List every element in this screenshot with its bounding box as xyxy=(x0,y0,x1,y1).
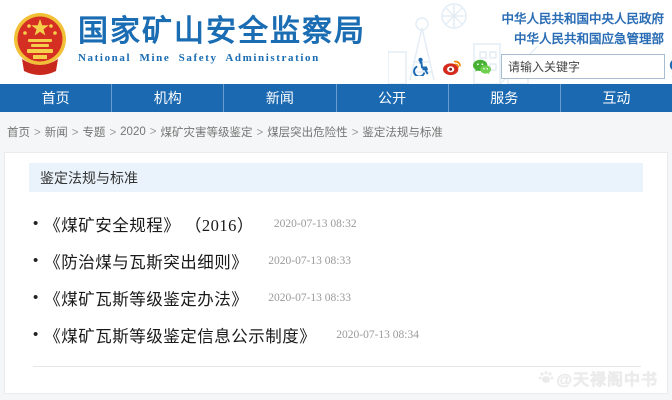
watermark-text: @天禄阁中书 xyxy=(556,366,658,390)
breadcrumb-item: 首页> xyxy=(7,124,45,140)
breadcrumb-separator: > xyxy=(105,127,120,139)
watermark: @天禄阁中书 xyxy=(538,366,658,390)
site-title: 国家矿山安全监察局 xyxy=(78,15,366,49)
breadcrumb-item: 鉴定法规与标准 xyxy=(362,124,451,140)
gov-link-emergency-ministry[interactable]: 中华人民共和国应急管理部 xyxy=(501,29,664,49)
nav-item[interactable]: 机构 xyxy=(111,84,223,112)
nav-item[interactable]: 服务 xyxy=(448,84,560,112)
header-tools xyxy=(411,54,665,79)
breadcrumb: 首页> 新闻> 专题> 2020> 煤矿灾害等级鉴定> 煤层突出危险性> 鉴定法… xyxy=(0,112,672,152)
article-link[interactable]: 《煤矿安全规程》 （2016） xyxy=(44,212,254,236)
gov-links: 中华人民共和国中央人民政府 中华人民共和国应急管理部 xyxy=(501,9,664,49)
gov-link-central-government[interactable]: 中华人民共和国中央人民政府 xyxy=(501,9,664,29)
breadcrumb-item: 煤矿灾害等级鉴定> xyxy=(160,124,267,140)
article-link[interactable]: 《煤矿瓦斯等级鉴定办法》 xyxy=(44,286,248,310)
article-date: 2020-07-13 08:34 xyxy=(336,329,419,341)
article-list-item: 《煤矿瓦斯等级鉴定办法》 2020-07-13 08:33 xyxy=(33,279,643,316)
breadcrumb-separator: > xyxy=(252,127,267,139)
section-header-bar: 鉴定法规与标准 xyxy=(29,163,643,192)
site-titles: 国家矿山安全监察局 National Mine Safety Administr… xyxy=(78,11,366,64)
nav-item[interactable]: 新闻 xyxy=(223,84,335,112)
article-date: 2020-07-13 08:32 xyxy=(274,218,357,230)
breadcrumb-link[interactable]: 首页 xyxy=(7,127,30,139)
breadcrumb-link[interactable]: 鉴定法规与标准 xyxy=(362,127,443,139)
article-list: 《煤矿安全规程》 （2016） 2020-07-13 08:32 《防治煤与瓦斯… xyxy=(33,205,643,353)
national-emblem-icon xyxy=(12,11,68,75)
main-nav: 首页 机构 新闻 公开 服务 互动 xyxy=(0,84,672,112)
breadcrumb-separator: > xyxy=(146,126,161,138)
breadcrumb-separator: > xyxy=(348,127,363,139)
nav-item[interactable]: 互动 xyxy=(560,84,672,112)
site-subtitle: National Mine Safety Administration xyxy=(78,52,366,64)
paw-icon xyxy=(538,370,554,386)
content-panel: 鉴定法规与标准 《煤矿安全规程》 （2016） 2020-07-13 08:32… xyxy=(4,152,668,394)
breadcrumb-item: 煤层突出危险性> xyxy=(267,124,362,140)
breadcrumb-link[interactable]: 2020 xyxy=(120,126,146,138)
breadcrumb-item: 新闻> xyxy=(45,124,83,140)
search-input[interactable] xyxy=(502,56,669,77)
content-area: 首页> 新闻> 专题> 2020> 煤矿灾害等级鉴定> 煤层突出危险性> 鉴定法… xyxy=(0,112,672,400)
breadcrumb-link[interactable]: 专题 xyxy=(82,127,105,139)
article-date: 2020-07-13 08:33 xyxy=(268,255,351,267)
article-list-item: 《防治煤与瓦斯突出细则》 2020-07-13 08:33 xyxy=(33,242,643,279)
article-list-item: 《煤矿瓦斯等级鉴定信息公示制度》 2020-07-13 08:34 xyxy=(33,316,643,353)
nav-list: 首页 机构 新闻 公开 服务 互动 xyxy=(0,84,672,112)
weibo-icon[interactable] xyxy=(441,56,462,77)
site-header: 国家矿山安全监察局 National Mine Safety Administr… xyxy=(0,0,672,84)
breadcrumb-link[interactable]: 煤层突出危险性 xyxy=(267,127,348,139)
breadcrumb-item: 2020> xyxy=(120,126,160,138)
nav-item[interactable]: 公开 xyxy=(336,84,448,112)
article-date: 2020-07-13 08:33 xyxy=(268,292,351,304)
search-box xyxy=(501,54,665,79)
breadcrumb-link[interactable]: 煤矿灾害等级鉴定 xyxy=(160,127,252,139)
article-link[interactable]: 《防治煤与瓦斯突出细则》 xyxy=(44,249,248,273)
nav-item[interactable]: 首页 xyxy=(0,84,111,112)
site-logo[interactable]: 国家矿山安全监察局 National Mine Safety Administr… xyxy=(12,11,366,75)
article-list-item: 《煤矿安全规程》 （2016） 2020-07-13 08:32 xyxy=(33,205,643,242)
breadcrumb-separator: > xyxy=(68,127,83,139)
section-title: 鉴定法规与标准 xyxy=(40,168,138,188)
breadcrumb-separator: > xyxy=(30,127,45,139)
article-link[interactable]: 《煤矿瓦斯等级鉴定信息公示制度》 xyxy=(44,323,316,347)
wechat-icon[interactable] xyxy=(471,56,492,77)
accessibility-icon[interactable] xyxy=(411,56,432,77)
breadcrumb-separator xyxy=(443,127,451,139)
breadcrumb-item: 专题> xyxy=(82,124,120,140)
breadcrumb-link[interactable]: 新闻 xyxy=(45,127,68,139)
